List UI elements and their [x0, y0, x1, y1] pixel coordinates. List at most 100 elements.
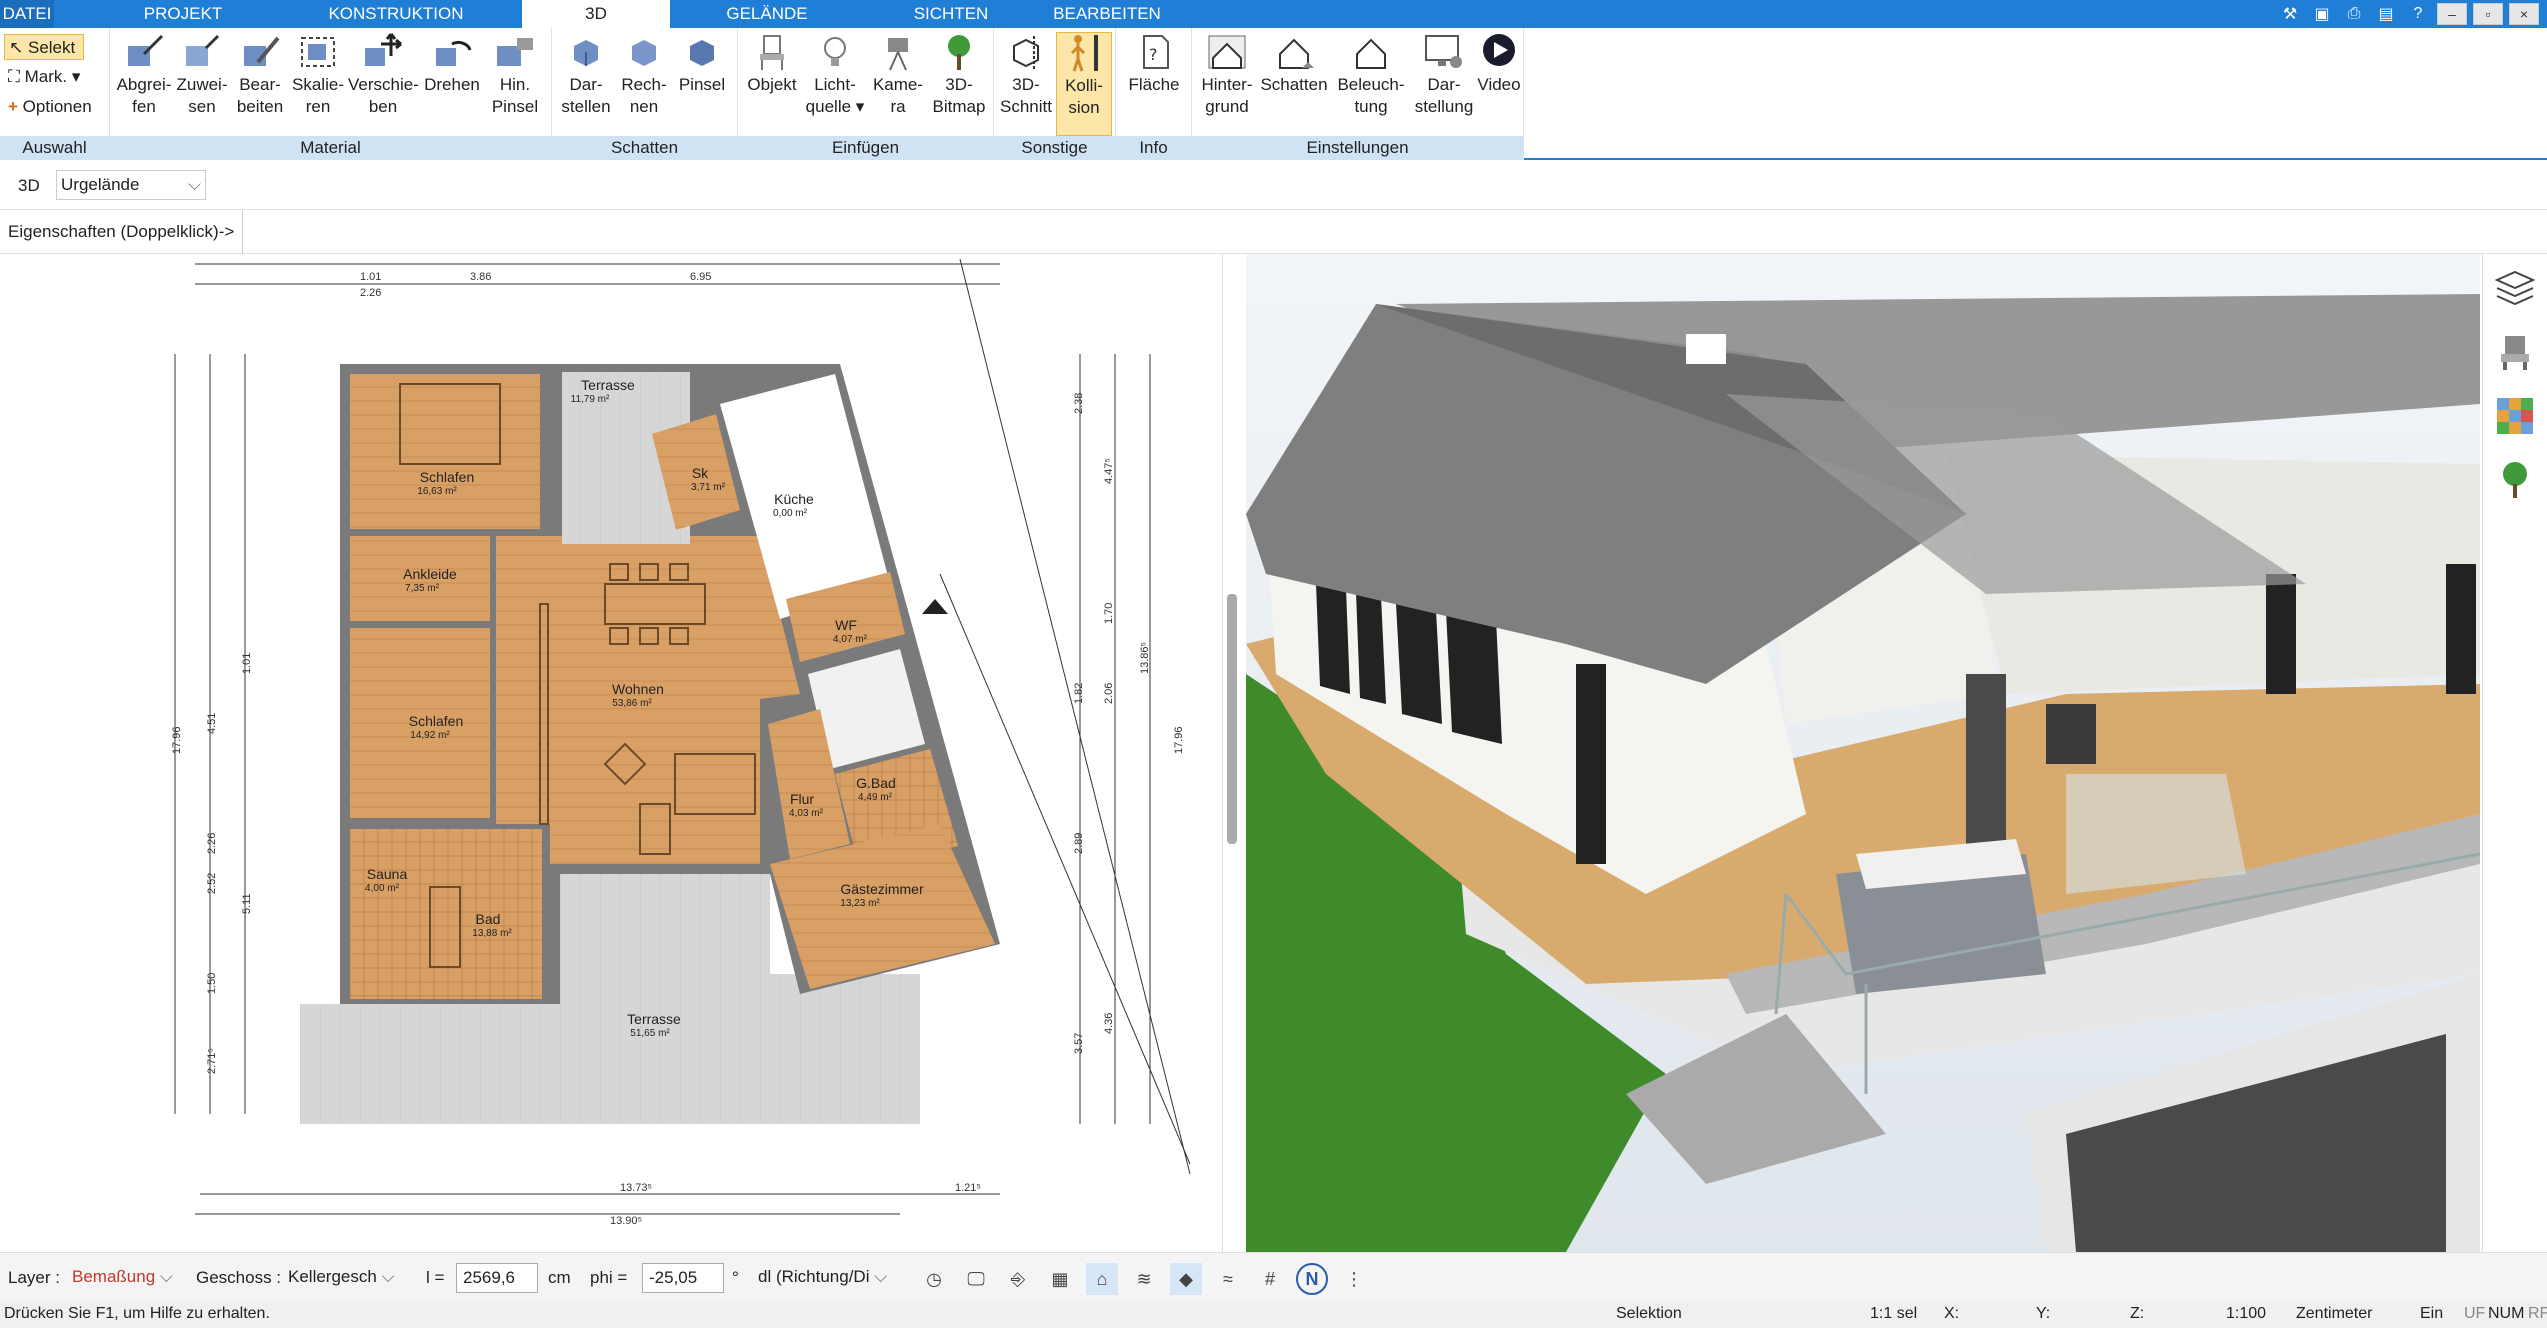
tab-bearbeiten[interactable]: BEARBEITEN — [1040, 0, 1174, 28]
tab-datei[interactable]: DATEI — [0, 0, 54, 28]
mark-label: Mark. — [24, 67, 68, 86]
furniture-catalog-icon[interactable] — [2493, 330, 2537, 374]
verschieben-button[interactable]: Verschie-ben — [348, 32, 419, 118]
beleuchtung-label-1: Beleuch- — [1337, 75, 1405, 94]
kollision-button[interactable]: Kolli-sion — [1056, 32, 1112, 136]
pane-splitter[interactable] — [1222, 254, 1246, 1252]
length-unit: cm — [548, 1268, 571, 1287]
floor-plan-view[interactable]: 1.01 3.86 6.95 2.26 13.73⁵ 13.90⁵ 1.21⁵ … — [0, 254, 1220, 1224]
room-area-bad: 13,88 m² — [472, 928, 512, 939]
group-label-auswahl: Auswahl — [0, 136, 109, 160]
dim-right-8: 3.57 — [1073, 1033, 1085, 1054]
minimize-button[interactable]: – — [2437, 3, 2467, 25]
print-icon[interactable]: ⎙ — [2341, 3, 2367, 25]
close-button[interactable]: × — [2509, 3, 2539, 25]
room-area-sk: 3,71 m² — [691, 482, 726, 493]
tab-konstruktion[interactable]: KONSTRUKTION — [316, 0, 476, 28]
more-icon[interactable]: ⋮ — [1338, 1263, 1370, 1295]
group-label-sonstige: Sonstige — [994, 136, 1115, 160]
mark-button[interactable]: ⛶ Mark. ▾ — [4, 64, 80, 90]
terrain-select[interactable]: Urgelände ⌵ — [56, 170, 206, 200]
dim-right-9: 4.36 — [1103, 1013, 1115, 1034]
hin-pinsel-button[interactable]: Hin. Pinsel — [486, 32, 544, 118]
phi-input[interactable]: -25,05 — [642, 1263, 724, 1293]
schatten-darstellen-button[interactable]: Dar-stellen — [558, 32, 614, 118]
save-icon[interactable]: ▣ — [2309, 3, 2335, 25]
kamera-label-2: ra — [890, 97, 906, 116]
restore-button[interactable]: ▫ — [2473, 3, 2503, 25]
layers-icon[interactable] — [2493, 266, 2537, 310]
area-doc-icon: ? — [1143, 35, 1169, 69]
hintergrund-button[interactable]: Hinter-grund — [1196, 32, 1258, 118]
grid-icon[interactable]: # — [1254, 1263, 1286, 1295]
dim-bottom-2: 13.90⁵ — [610, 1215, 642, 1224]
dim-left-8: 2.52 — [206, 873, 218, 894]
tab-sichten[interactable]: SICHTEN — [896, 0, 1006, 28]
status-help: Drücken Sie F1, um Hilfe zu erhalten. — [4, 1305, 270, 1322]
bearbeiten-button[interactable]: Bear-beiten — [232, 32, 288, 118]
help-icon[interactable]: ? — [2405, 3, 2431, 25]
optionen-button[interactable]: + Optionen — [4, 94, 92, 120]
schatten-einstellung-button[interactable]: Schatten — [1260, 32, 1328, 96]
darstellung-button[interactable]: Dar-stellung — [1414, 32, 1474, 118]
hintergrund-label-2: grund — [1205, 97, 1249, 116]
schatten-pinsel-button[interactable]: Pinsel — [674, 32, 730, 96]
clock-icon[interactable]: ◷ — [918, 1263, 950, 1295]
length-input[interactable]: 2569,6 — [456, 1263, 538, 1293]
3d-schnitt-button[interactable]: 3D- Schnitt — [998, 32, 1054, 118]
video-button[interactable]: Video — [1476, 32, 1522, 96]
schatten-rechnen-button[interactable]: Rech-nen — [616, 32, 672, 118]
section-cube-icon — [1013, 36, 1039, 70]
plus-icon: + — [8, 97, 18, 116]
tab-projekt[interactable]: PROJEKT — [118, 0, 248, 28]
room-schlafen-1[interactable] — [350, 374, 540, 529]
dim-top-2: 3.86 — [470, 271, 491, 283]
north-icon[interactable]: N — [1296, 1263, 1328, 1295]
roof-view-icon[interactable]: ⌂ — [1086, 1263, 1118, 1295]
properties-hint[interactable]: Eigenschaften (Doppelklick)-> — [0, 210, 244, 254]
floor-plan-drawing[interactable]: 1.01 3.86 6.95 2.26 13.73⁵ 13.90⁵ 1.21⁵ … — [0, 254, 1220, 1224]
optionen-label: Optionen — [22, 97, 92, 116]
room-area-wohnen: 53,86 m² — [612, 698, 652, 709]
abgreifen-button[interactable]: Abgrei-fen — [116, 32, 172, 118]
tab-gelaende[interactable]: GELÄNDE — [700, 0, 834, 28]
dim-left-5: 2.26 — [206, 833, 218, 854]
render-icon[interactable]: ▦ — [1044, 1263, 1076, 1295]
tools-icon[interactable]: ⚒ — [2277, 3, 2303, 25]
camera-path-icon[interactable]: ⎆ — [1002, 1263, 1034, 1295]
geschoss-select[interactable]: Kellergesch ⌵ — [282, 1263, 400, 1293]
zuweisen-button[interactable]: Zuwei-sen — [174, 32, 230, 118]
status-rf: RF — [2528, 1305, 2547, 1322]
plants-icon[interactable] — [2493, 458, 2537, 502]
tab-3d[interactable]: 3D — [522, 0, 670, 28]
vertical-scrollbar[interactable] — [1227, 594, 1237, 844]
drehen-button[interactable]: Drehen — [420, 32, 484, 96]
objekt-button[interactable]: Objekt — [744, 32, 800, 96]
layer-select[interactable]: Bemaßung ⌵ — [66, 1263, 182, 1293]
skalieren-button[interactable]: Skalie-ren — [290, 32, 346, 118]
terrain-view-icon[interactable]: ≈ — [1212, 1263, 1244, 1295]
wall-view-icon[interactable]: ≋ — [1128, 1263, 1160, 1295]
dim-right-3: 2.38 — [1073, 393, 1085, 414]
room-terrasse-south-west[interactable] — [350, 1014, 550, 1114]
layout-icon[interactable]: ▤ — [2373, 3, 2399, 25]
selekt-button[interactable]: ↖ Selekt — [4, 34, 84, 60]
direction-select[interactable]: dl (Richtung/Di ⌵ — [752, 1263, 900, 1293]
monitor-icon[interactable]: 🖵 — [960, 1263, 992, 1295]
lichtquelle-button[interactable]: Licht-quelle ▾ — [802, 32, 868, 118]
3d-bitmap-button[interactable]: 3D- Bitmap — [928, 32, 990, 118]
side-panel — [2482, 254, 2547, 1252]
flaeche-button[interactable]: ? Fläche — [1124, 32, 1184, 96]
play-icon — [1483, 34, 1515, 66]
dim-left-3: 5.11 — [241, 893, 253, 914]
floor-view-icon[interactable]: ◆ — [1170, 1263, 1202, 1295]
dim-left-7: 2.71⁵ — [206, 1048, 218, 1074]
materials-icon[interactable] — [2493, 394, 2537, 438]
assign-material-icon — [186, 34, 220, 66]
room-bad[interactable] — [350, 829, 542, 999]
beleuchtung-button[interactable]: Beleuch-tung — [1330, 32, 1412, 118]
view-toolbar: 3D Urgelände ⌵ — [0, 162, 2547, 210]
3d-view[interactable] — [1246, 254, 2480, 1252]
kamera-button[interactable]: Kame-ra — [870, 32, 926, 118]
3d-house-render[interactable] — [1246, 254, 2480, 1252]
